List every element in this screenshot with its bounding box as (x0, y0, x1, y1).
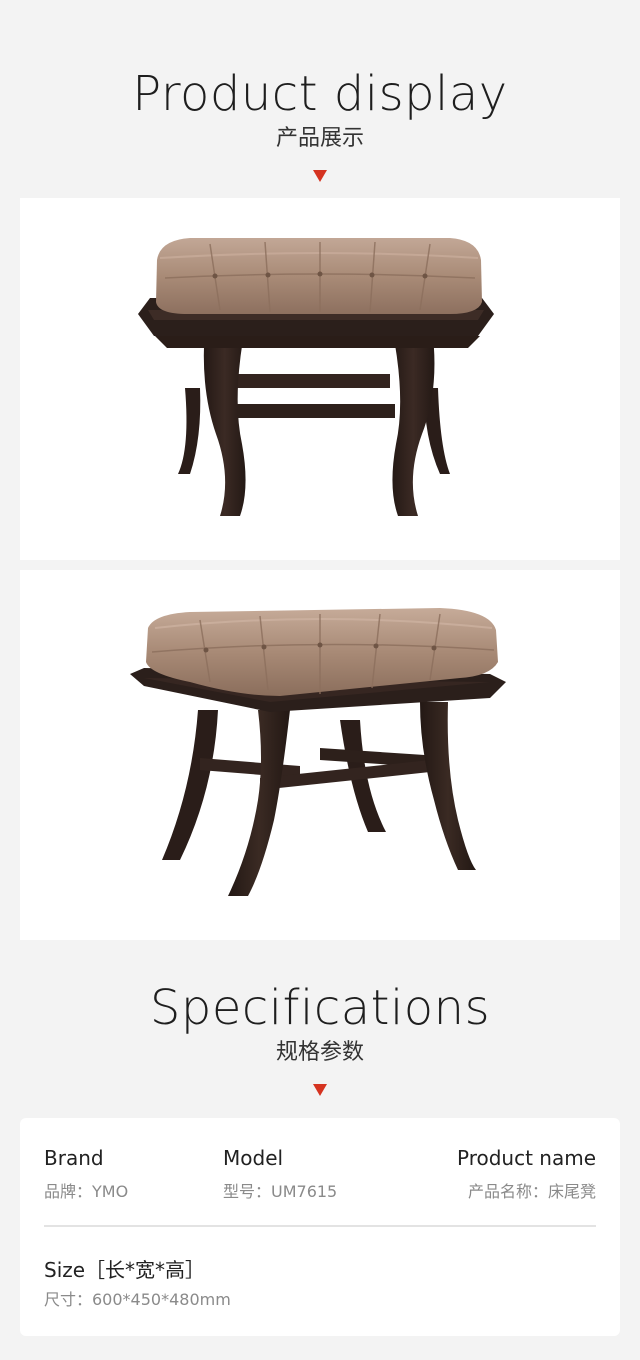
product-photo-angled (20, 570, 620, 940)
down-triangle-icon (313, 170, 327, 182)
product-photo-front (20, 198, 620, 560)
down-triangle-icon (313, 1084, 327, 1096)
brand-value: 品牌：YMO (44, 1182, 129, 1201)
product-display-heading: Product display 产品展示 (0, 66, 640, 182)
stool-front-illustration (138, 238, 494, 516)
product-name-label: Product name (456, 1146, 596, 1170)
model-value: 型号：UM7615 (223, 1182, 338, 1201)
specifications-subtitle: 规格参数 (275, 1040, 364, 1065)
product-display-subtitle: 产品展示 (275, 126, 364, 151)
size-value: 尺寸：600*450*480mm (44, 1290, 231, 1309)
spec-divider (44, 1225, 596, 1227)
product-name-value: 产品名称：床尾凳 (467, 1182, 596, 1201)
product-display-title: Product display (132, 66, 508, 122)
specifications-card: Brand 品牌：YMO Model 型号：UM7615 Product nam… (20, 1118, 620, 1336)
specifications-heading: Specifications 规格参数 (0, 980, 640, 1096)
specifications-title: Specifications (149, 980, 491, 1036)
brand-label: Brand (44, 1146, 104, 1170)
size-label: Size［长*宽*高］ (44, 1258, 206, 1282)
stool-angled-illustration (130, 608, 506, 896)
model-label: Model (223, 1146, 284, 1170)
